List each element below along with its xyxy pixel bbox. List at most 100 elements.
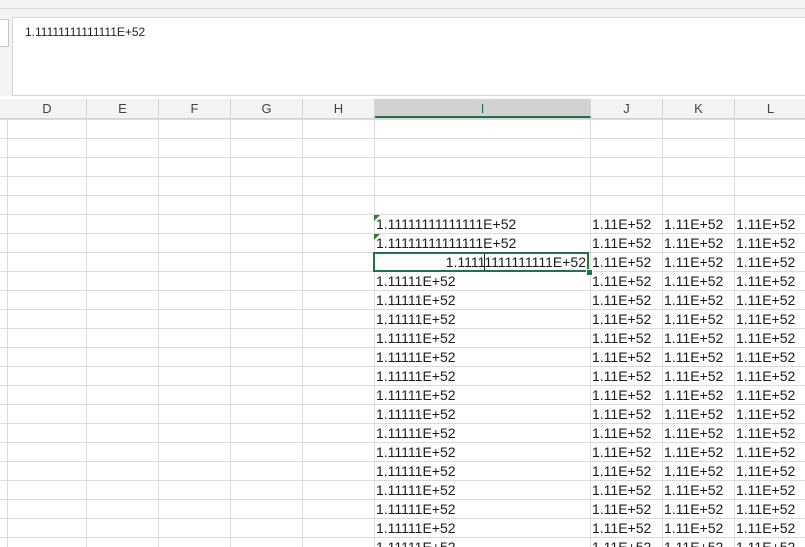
error-indicator-icon[interactable] [374, 215, 380, 221]
cell-l-value[interactable]: 1.11E+52 [736, 405, 804, 424]
cell-i-value[interactable]: 1.11111E+52 [376, 405, 586, 424]
cell-l-value[interactable]: 1.11E+52 [736, 253, 804, 272]
gridline-vertical [374, 119, 375, 547]
fill-handle[interactable] [586, 269, 593, 276]
cell-i-value[interactable]: 1.11111E+52 [376, 386, 586, 405]
column-header-l[interactable]: L [735, 99, 805, 118]
cell-i-value[interactable]: 1.11111E+52 [376, 481, 586, 500]
cell-i-value[interactable]: 1.11111E+52 [376, 538, 586, 547]
cell-j-value[interactable]: 1.11E+52 [592, 310, 660, 329]
cell-k-value[interactable]: 1.11E+52 [664, 253, 732, 272]
formula-input[interactable]: 1.11111111111111E+52 [12, 17, 805, 96]
column-header-d[interactable]: D [8, 99, 87, 118]
cell-j-value[interactable]: 1.11E+52 [592, 386, 660, 405]
cell-i-value[interactable]: 1.11111E+52 [376, 367, 586, 386]
cell-i-value[interactable]: 1.11111E+52 [376, 462, 586, 481]
cell-j-value[interactable]: 1.11E+52 [592, 424, 660, 443]
cell-i-value[interactable]: 1.11111E+52 [376, 329, 586, 348]
column-header-g[interactable]: G [231, 99, 303, 118]
cell-j-value[interactable]: 1.11E+52 [592, 443, 660, 462]
cell-j-value[interactable]: 1.11E+52 [592, 367, 660, 386]
cell-j-value[interactable]: 1.11E+52 [592, 519, 660, 538]
cell-l-value[interactable]: 1.11E+52 [736, 538, 804, 547]
cell-k-value[interactable]: 1.11E+52 [664, 234, 732, 253]
cell-j-value[interactable]: 1.11E+52 [592, 538, 660, 547]
text-caret [484, 254, 485, 270]
cell-l-value[interactable]: 1.11E+52 [736, 329, 804, 348]
column-header-e[interactable]: E [87, 99, 159, 118]
cell-k-value[interactable]: 1.11E+52 [664, 519, 732, 538]
cell-j-value[interactable]: 1.11E+52 [592, 234, 660, 253]
cell-l-value[interactable]: 1.11E+52 [736, 272, 804, 291]
cell-j-value[interactable]: 1.11E+52 [592, 481, 660, 500]
cell-k-value[interactable]: 1.11E+52 [664, 481, 732, 500]
cell-j-value[interactable]: 1.11E+52 [592, 500, 660, 519]
cell-k-value[interactable]: 1.11E+52 [664, 462, 732, 481]
cell-i-value[interactable]: 1.11111E+52 [376, 348, 586, 367]
cell-k-value[interactable]: 1.11E+52 [664, 443, 732, 462]
cell-i-value[interactable]: 1.11111E+52 [376, 291, 586, 310]
name-box[interactable] [0, 19, 9, 47]
gridline-horizontal [0, 195, 805, 196]
cell-l-value[interactable]: 1.11E+52 [736, 443, 804, 462]
cell-area[interactable]: 1.11111111111111E+52 1.11E+52 1.11E+52 1.11… [0, 119, 805, 547]
gridline-vertical [230, 119, 231, 547]
cell-k-value[interactable]: 1.11E+52 [664, 272, 732, 291]
cell-j-value[interactable]: 1.11E+52 [592, 405, 660, 424]
cell-i-value[interactable]: 1.11111E+52 [376, 443, 586, 462]
cell-k-value[interactable]: 1.11E+52 [664, 386, 732, 405]
cell-i-value[interactable]: 1.11111E+52 [376, 500, 586, 519]
cell-k-value[interactable]: 1.11E+52 [664, 405, 732, 424]
cell-l-value[interactable]: 1.11E+52 [736, 481, 804, 500]
gridline-vertical [590, 119, 591, 547]
ribbon-strip [0, 0, 805, 9]
cell-j-value[interactable]: 1.11E+52 [592, 215, 660, 234]
cell-k-value[interactable]: 1.11E+52 [664, 424, 732, 443]
cell-k-value[interactable]: 1.11E+52 [664, 348, 732, 367]
cell-l-value[interactable]: 1.11E+52 [736, 310, 804, 329]
cell-l-value[interactable]: 1.11E+52 [736, 348, 804, 367]
cell-k-value[interactable]: 1.11E+52 [664, 215, 732, 234]
cell-l-value[interactable]: 1.11E+52 [736, 234, 804, 253]
cell-l-value[interactable]: 1.11E+52 [736, 462, 804, 481]
cell-i-value[interactable]: 1.11111111111111E+52 [376, 234, 586, 253]
cell-i-value[interactable]: 1.11111111111111E+52 [376, 253, 586, 272]
cell-j-value[interactable]: 1.11E+52 [592, 329, 660, 348]
spreadsheet-grid[interactable]: DEFGHIJKL 1.11111111111111E+52 1.11E+52 1.… [0, 99, 805, 547]
cell-i-value[interactable]: 1.11111E+52 [376, 519, 586, 538]
cell-l-value[interactable]: 1.11E+52 [736, 215, 804, 234]
gridline-vertical [7, 119, 8, 547]
cell-j-value[interactable]: 1.11E+52 [592, 291, 660, 310]
gridline-horizontal [0, 138, 805, 139]
column-header-j[interactable]: J [591, 99, 663, 118]
column-header-row: DEFGHIJKL [0, 99, 805, 119]
cell-i-value[interactable]: 1.11111111111111E+52 [376, 215, 586, 234]
cell-i-value[interactable]: 1.11111E+52 [376, 424, 586, 443]
cell-k-value[interactable]: 1.11E+52 [664, 310, 732, 329]
cell-k-value[interactable]: 1.11E+52 [664, 329, 732, 348]
column-header-k[interactable]: K [663, 99, 735, 118]
column-header-h[interactable]: H [303, 99, 375, 118]
cell-j-value[interactable]: 1.11E+52 [592, 348, 660, 367]
cell-l-value[interactable]: 1.11E+52 [736, 291, 804, 310]
cell-i-value[interactable]: 1.11111E+52 [376, 310, 586, 329]
cell-k-value[interactable]: 1.11E+52 [664, 538, 732, 547]
cell-j-value[interactable]: 1.11E+52 [592, 272, 660, 291]
column-header-f[interactable]: F [159, 99, 231, 118]
column-header-i[interactable]: I [375, 99, 591, 118]
cell-k-value[interactable]: 1.11E+52 [664, 500, 732, 519]
error-indicator-icon[interactable] [374, 234, 380, 240]
cell-j-value[interactable]: 1.11E+52 [592, 253, 660, 272]
cell-l-value[interactable]: 1.11E+52 [736, 519, 804, 538]
cell-j-value[interactable]: 1.11E+52 [592, 462, 660, 481]
cell-k-value[interactable]: 1.11E+52 [664, 291, 732, 310]
cell-k-value[interactable]: 1.11E+52 [664, 367, 732, 386]
cell-l-value[interactable]: 1.11E+52 [736, 500, 804, 519]
gridline-horizontal [0, 157, 805, 158]
cell-l-value[interactable]: 1.11E+52 [736, 367, 804, 386]
cell-i-value[interactable]: 1.11111E+52 [376, 272, 586, 291]
formula-bar-area: 1.11111111111111E+52 [0, 9, 805, 96]
cell-l-value[interactable]: 1.11E+52 [736, 386, 804, 405]
cell-l-value[interactable]: 1.11E+52 [736, 424, 804, 443]
gridline-vertical [734, 119, 735, 547]
